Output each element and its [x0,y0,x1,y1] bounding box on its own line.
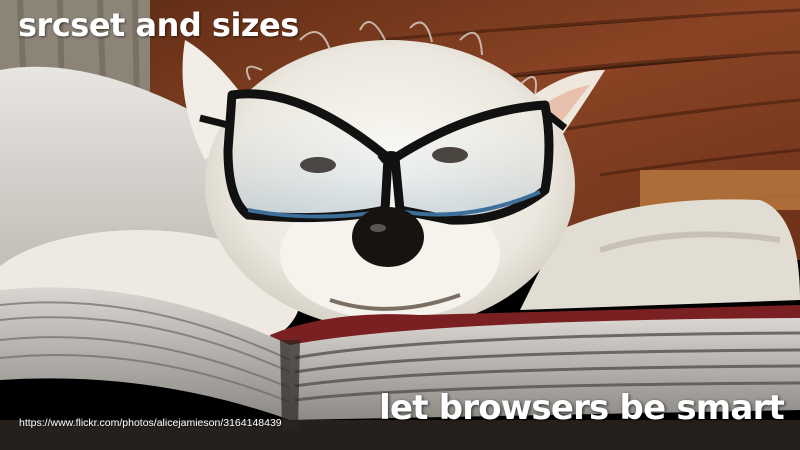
dog-nose-shine [370,224,386,232]
photo-credit-url: https://www.flickr.com/photos/alicejamie… [19,417,282,429]
dog-photo [0,0,800,450]
slide: srcset and sizes let browsers be smart h… [0,0,800,450]
dog-nose [352,207,424,267]
slide-title: srcset and sizes [18,6,299,44]
book-spine-shadow [280,340,300,430]
slide-tagline: let browsers be smart [379,388,785,428]
